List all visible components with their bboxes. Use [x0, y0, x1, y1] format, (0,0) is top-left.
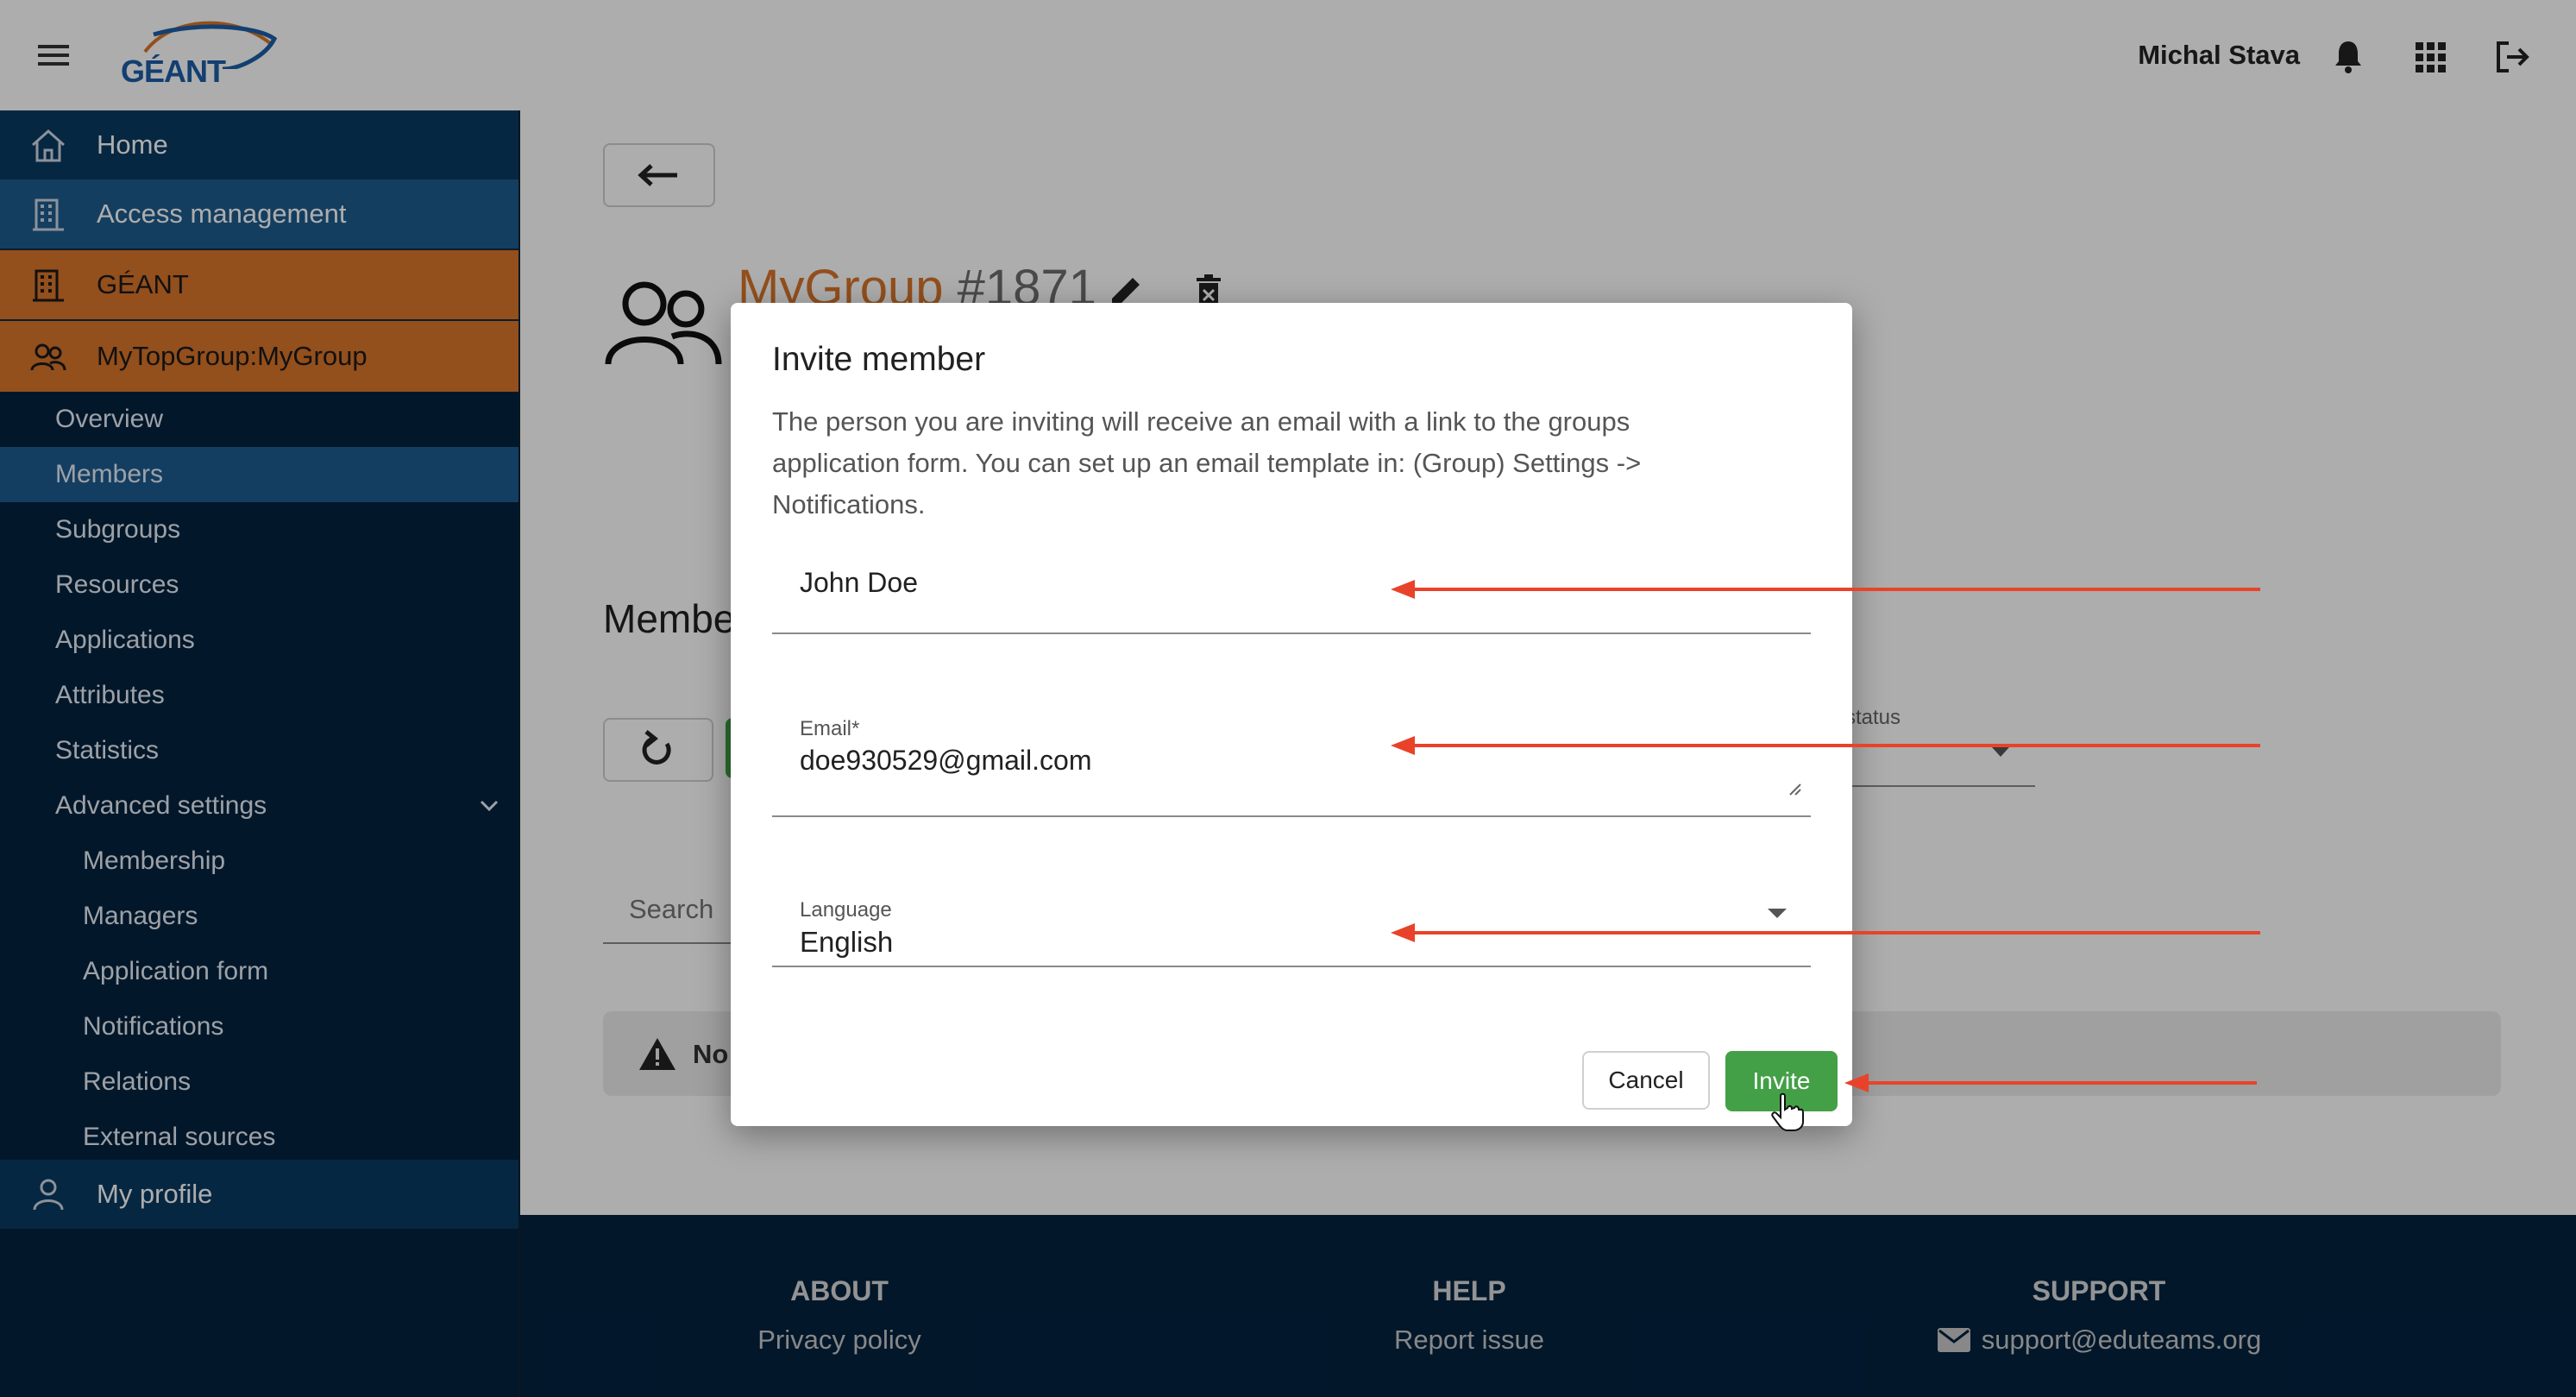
cancel-button[interactable]: Cancel — [1582, 1051, 1710, 1110]
name-value: John Doe — [800, 567, 918, 598]
email-label: Email* — [800, 717, 860, 740]
dialog-title: Invite member — [772, 341, 986, 378]
caret-down-icon — [1768, 909, 1787, 918]
name-field[interactable]: John Doe — [772, 553, 1811, 634]
hand-pointer-icon — [1770, 1092, 1805, 1132]
language-select[interactable]: Language English — [772, 872, 1811, 967]
language-value: English — [800, 926, 894, 958]
email-value: doe930529@gmail.com — [800, 745, 1092, 776]
email-field[interactable]: Email* doe930529@gmail.com — [772, 686, 1811, 817]
dialog-description: The person you are inviting will receive… — [772, 406, 1642, 519]
resize-handle-icon[interactable] — [1787, 781, 1802, 796]
invite-member-dialog: Invite member The person you are invitin… — [731, 303, 1852, 1126]
language-label: Language — [800, 898, 892, 922]
